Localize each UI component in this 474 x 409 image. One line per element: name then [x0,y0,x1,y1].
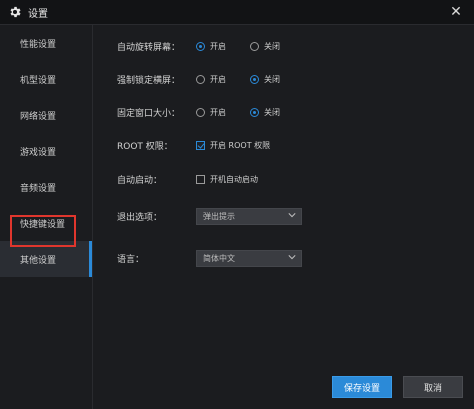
setting-label: ROOT 权限： [117,141,173,152]
radio-checked-icon[interactable] [196,41,205,51]
radio-checked-icon[interactable] [250,107,259,117]
sidebar-item-other[interactable]: 其他设置 [0,241,92,277]
sidebar-item-label: 游戏设置 [20,147,57,158]
force-landscape-off-option[interactable]: 关闭 [250,74,280,85]
setting-label: 自动启动： [117,175,163,186]
setting-root: ROOT 权限： 开启 ROOT 权限 [93,135,474,155]
sidebar-item-label: 性能设置 [20,39,57,50]
setting-fixed-window: 固定窗口大小： 开启 关闭 [93,102,474,122]
setting-autostart: 自动启动： 开机自动启动 [93,169,474,189]
setting-auto-rotate: 自动旋转屏幕： 开启 关闭 [93,36,474,56]
sidebar-item-device-model[interactable]: 机型设置 [0,61,92,97]
sidebar-item-performance[interactable]: 性能设置 [0,25,92,61]
window-title: 设置 [28,8,48,20]
auto-rotate-on-option[interactable]: 开启 [196,41,226,52]
radio-unchecked-icon[interactable] [196,107,205,117]
fixed-window-on-option[interactable]: 开启 [196,107,226,118]
save-settings-button[interactable]: 保存设置 [332,376,392,398]
option-label: 关闭 [264,41,280,51]
checkbox-unchecked-icon[interactable] [196,174,205,184]
autostart-checkbox[interactable]: 开机自动启动 [196,174,258,185]
select-value: 简体中文 [203,253,235,263]
auto-rotate-off-option[interactable]: 关闭 [250,41,280,52]
sidebar-item-label: 音频设置 [20,183,57,194]
sidebar: 性能设置 机型设置 网络设置 游戏设置 音频设置 快捷键设置 其他设置 [0,25,93,409]
sidebar-item-shortcuts[interactable]: 快捷键设置 [0,205,92,241]
sidebar-item-label: 快捷键设置 [20,219,66,230]
checkbox-checked-icon[interactable] [196,140,205,150]
setting-label: 固定窗口大小： [117,108,181,119]
sidebar-item-label: 机型设置 [20,75,57,86]
option-label: 关闭 [264,107,280,117]
fixed-window-off-option[interactable]: 关闭 [250,107,280,118]
settings-window: 设置 ✕ 性能设置 机型设置 网络设置 游戏设置 音频设置 快捷键设置 其他设置… [0,0,474,409]
sidebar-item-label: 其他设置 [20,255,57,266]
settings-panel: 自动旋转屏幕： 开启 关闭 强制锁定横屏： 开启 关闭 固定窗口大小： 开启 关… [93,25,474,409]
checkbox-label: 开机自动启动 [210,174,258,184]
radio-checked-icon[interactable] [250,74,259,84]
select-value: 弹出提示 [203,211,235,221]
sidebar-item-game[interactable]: 游戏设置 [0,133,92,169]
setting-label: 语言： [117,254,145,265]
setting-label: 强制锁定横屏： [117,75,181,86]
gear-icon [8,5,22,19]
title-bar: 设置 ✕ [0,0,474,25]
sidebar-item-label: 网络设置 [20,111,57,122]
chevron-down-icon [288,211,296,221]
setting-language: 语言： 简体中文 [93,248,474,268]
exit-option-select[interactable]: 弹出提示 [196,207,302,225]
sidebar-item-network[interactable]: 网络设置 [0,97,92,133]
setting-label: 自动旋转屏幕： [117,42,181,53]
setting-exit-option: 退出选项： 弹出提示 [93,206,474,226]
radio-unchecked-icon[interactable] [196,74,205,84]
chevron-down-icon [288,253,296,263]
setting-force-landscape: 强制锁定横屏： 开启 关闭 [93,69,474,89]
cancel-button[interactable]: 取消 [403,376,463,398]
language-select[interactable]: 简体中文 [196,249,302,267]
setting-label: 退出选项： [117,212,163,223]
force-landscape-on-option[interactable]: 开启 [196,74,226,85]
option-label: 开启 [210,74,226,84]
option-label: 开启 [210,41,226,51]
sidebar-item-audio[interactable]: 音频设置 [0,169,92,205]
close-icon[interactable]: ✕ [448,4,464,20]
radio-unchecked-icon[interactable] [250,41,259,51]
option-label: 关闭 [264,74,280,84]
checkbox-label: 开启 ROOT 权限 [210,140,271,150]
root-checkbox[interactable]: 开启 ROOT 权限 [196,140,270,151]
option-label: 开启 [210,107,226,117]
